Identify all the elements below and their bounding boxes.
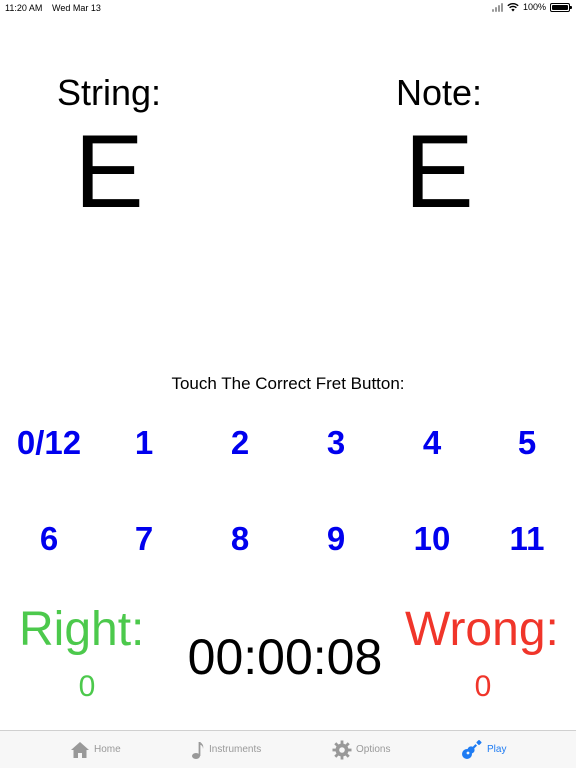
battery-percent: 100% [522, 2, 546, 12]
home-icon [71, 741, 89, 758]
gear-icon [332, 740, 352, 759]
right-count: 0 [78, 670, 96, 703]
fret-button-8[interactable]: 8 [192, 519, 288, 559]
fret-button-9[interactable]: 9 [288, 519, 384, 559]
fret-button-5[interactable]: 5 [479, 423, 575, 463]
tab-instruments[interactable]: Instruments [191, 731, 261, 768]
music-note-icon [192, 741, 204, 759]
status-right-group: 100% [491, 2, 572, 12]
guitar-icon [462, 739, 482, 759]
status-date: Wed Mar 13 [52, 3, 101, 13]
fret-button-6[interactable]: 6 [1, 519, 97, 559]
note-label: Note: [395, 72, 483, 113]
fret-button-11[interactable]: 11 [479, 519, 575, 559]
elapsed-timer: 00:00:08 [187, 629, 383, 685]
fret-button-10[interactable]: 10 [384, 519, 480, 559]
tab-play-label: Play [487, 744, 507, 755]
tab-bar: Home Instruments Options Play [0, 730, 576, 768]
string-value: E [74, 114, 144, 230]
string-label: String: [56, 72, 162, 113]
wrong-label: Wrong: [405, 603, 559, 656]
status-time: 11:20 AM [5, 3, 43, 13]
tab-instruments-label: Instruments [209, 744, 262, 755]
signal-icon [491, 2, 503, 12]
fret-button-1[interactable]: 1 [96, 423, 192, 463]
tab-home[interactable]: Home [70, 731, 121, 768]
status-bar: 11:20 AM Wed Mar 13 100% [0, 0, 576, 16]
fret-button-0-12[interactable]: 0/12 [1, 423, 97, 463]
tab-options-label: Options [356, 744, 391, 755]
battery-icon [550, 2, 572, 12]
fret-button-2[interactable]: 2 [192, 423, 288, 463]
tab-options[interactable]: Options [332, 731, 390, 768]
tab-home-label: Home [94, 744, 121, 755]
note-value: E [404, 114, 474, 230]
wrong-count: 0 [474, 670, 492, 703]
fret-button-4[interactable]: 4 [384, 423, 480, 463]
instruction-text: Touch The Correct Fret Button: [171, 374, 405, 393]
tab-play[interactable]: Play [461, 731, 506, 768]
fret-button-3[interactable]: 3 [288, 423, 384, 463]
fret-button-7[interactable]: 7 [96, 519, 192, 559]
wifi-icon [507, 2, 519, 12]
right-label: Right: [19, 603, 145, 656]
